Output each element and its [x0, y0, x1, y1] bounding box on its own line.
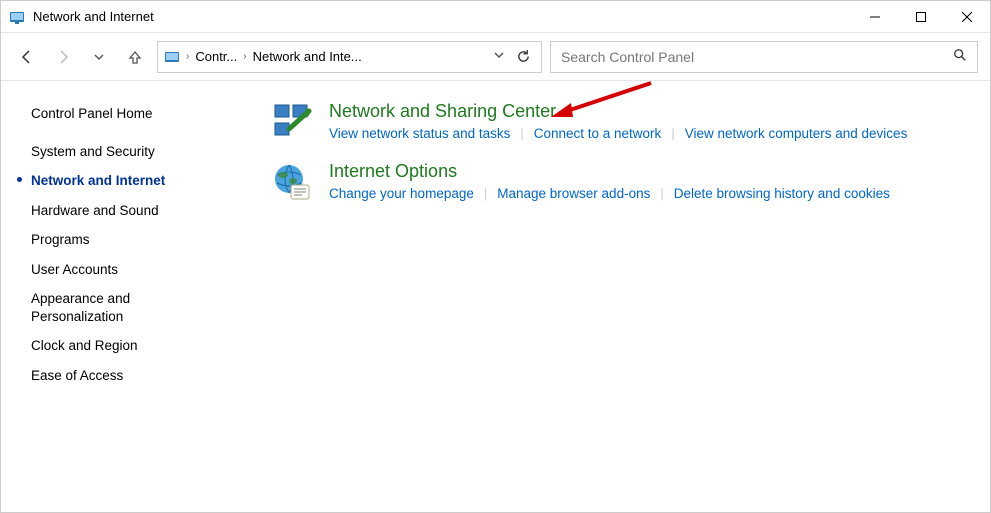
location-icon	[164, 49, 180, 65]
minimize-button[interactable]	[852, 1, 898, 32]
sidebar-item-clock-region[interactable]: Clock and Region	[31, 331, 241, 361]
back-button[interactable]	[13, 43, 41, 71]
category-title[interactable]: Internet Options	[329, 161, 970, 182]
content-pane: Network and Sharing Center View network …	[241, 81, 990, 512]
sidebar-item-appearance[interactable]: Appearance and Personalization	[31, 284, 201, 331]
separator: |	[671, 126, 674, 141]
window-title: Network and Internet	[33, 9, 852, 24]
search-input[interactable]: Search Control Panel	[550, 41, 978, 73]
chevron-right-icon[interactable]: ›	[186, 51, 189, 62]
close-button[interactable]	[944, 1, 990, 32]
link-delete-history[interactable]: Delete browsing history and cookies	[674, 186, 890, 201]
sidebar-item-ease-of-access[interactable]: Ease of Access	[31, 361, 241, 391]
maximize-button[interactable]	[898, 1, 944, 32]
nav-row: › Contr... › Network and Inte... Search …	[1, 33, 990, 81]
sidebar-item-programs[interactable]: Programs	[31, 225, 241, 255]
link-manage-addons[interactable]: Manage browser add-ons	[497, 186, 650, 201]
separator: |	[484, 186, 487, 201]
titlebar: Network and Internet	[1, 1, 990, 33]
separator: |	[520, 126, 523, 141]
category-internet-options: Internet Options Change your homepage | …	[271, 161, 970, 203]
sidebar-home[interactable]: Control Panel Home	[31, 99, 241, 129]
recent-locations-button[interactable]	[85, 43, 113, 71]
category-network-sharing: Network and Sharing Center View network …	[271, 101, 970, 143]
forward-button[interactable]	[49, 43, 77, 71]
category-title[interactable]: Network and Sharing Center	[329, 101, 970, 122]
window-controls	[852, 1, 990, 32]
sidebar: Control Panel Home System and Security N…	[1, 81, 241, 512]
app-icon	[9, 9, 25, 25]
main-area: Control Panel Home System and Security N…	[1, 81, 990, 512]
separator: |	[660, 186, 663, 201]
sidebar-item-hardware-sound[interactable]: Hardware and Sound	[31, 196, 241, 226]
network-sharing-icon	[271, 101, 313, 143]
search-icon[interactable]	[953, 48, 967, 65]
sidebar-item-user-accounts[interactable]: User Accounts	[31, 255, 241, 285]
link-change-homepage[interactable]: Change your homepage	[329, 186, 474, 201]
breadcrumb-seg-2[interactable]: Network and Inte...	[253, 49, 362, 64]
search-placeholder: Search Control Panel	[561, 49, 953, 65]
internet-options-icon	[271, 161, 313, 203]
up-button[interactable]	[121, 43, 149, 71]
breadcrumb-seg-1[interactable]: Contr...	[195, 49, 237, 64]
refresh-button[interactable]	[511, 49, 535, 64]
link-view-network-computers[interactable]: View network computers and devices	[685, 126, 908, 141]
sidebar-item-system-security[interactable]: System and Security	[31, 137, 241, 167]
sidebar-item-network-internet[interactable]: Network and Internet	[31, 166, 241, 196]
address-bar[interactable]: › Contr... › Network and Inte...	[157, 41, 542, 73]
link-view-network-status[interactable]: View network status and tasks	[329, 126, 510, 141]
address-dropdown-button[interactable]	[493, 49, 505, 64]
link-connect-to-network[interactable]: Connect to a network	[534, 126, 662, 141]
chevron-right-icon[interactable]: ›	[243, 51, 246, 62]
